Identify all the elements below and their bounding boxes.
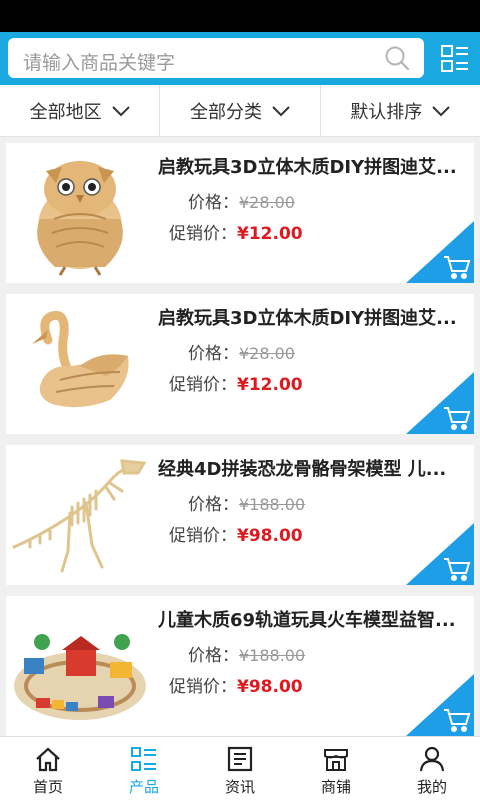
tab-home[interactable]: 首页 (0, 737, 96, 800)
original-price-row: 价格：¥28.00 (188, 188, 295, 213)
product-card[interactable]: 儿童木质69轨道玩具火车模型益智... 价格：¥188.00 促销价：¥98.0… (6, 596, 474, 736)
chevron-down-icon (272, 105, 290, 116)
shop-icon (324, 749, 348, 771)
tab-home-label: 首页 (32, 778, 63, 796)
chevron-down-icon (111, 105, 130, 116)
status-bar (0, 0, 480, 32)
promo-price-row: 促销价：¥12.00 (169, 370, 303, 395)
bottom-tab-bar: 首页 产品 资讯 商铺 我的 (0, 736, 480, 800)
original-price: ¥188.00 (239, 646, 306, 665)
product-image-owl (10, 149, 150, 277)
filter-region-label: 全部地区 (29, 101, 102, 123)
price-label: 价格： (188, 193, 239, 213)
product-title: 启教玩具3D立体木质DIY拼图迪艾... (158, 308, 457, 329)
tab-products-label: 产品 (128, 778, 159, 796)
add-to-cart-button[interactable] (406, 372, 474, 434)
filter-sort-label: 默认排序 (350, 101, 423, 123)
news-icon (227, 746, 253, 772)
promo-price-row: 促销价：¥98.00 (169, 672, 303, 697)
header: 请输入商品关键字 (0, 32, 480, 85)
original-price-row: 价格：¥188.00 (188, 490, 305, 515)
product-card[interactable]: 启教玩具3D立体木质DIY拼图迪艾... 价格：¥28.00 促销价：¥12.0… (6, 294, 474, 434)
add-to-cart-button[interactable] (406, 221, 474, 283)
promo-label: 促销价： (169, 224, 237, 244)
category-menu-icon[interactable] (440, 44, 470, 74)
product-card[interactable]: 经典4D拼装恐龙骨骼骨架模型 儿... 价格：¥188.00 促销价：¥98.0… (6, 445, 474, 585)
search-input[interactable]: 请输入商品关键字 (8, 38, 424, 78)
add-to-cart-button[interactable] (406, 523, 474, 585)
product-card[interactable]: 启教玩具3D立体木质DIY拼图迪艾... 价格：¥28.00 促销价：¥12.0… (6, 143, 474, 283)
product-list-icon (131, 747, 156, 771)
promo-price: ¥98.00 (237, 526, 303, 546)
original-price: ¥28.00 (239, 193, 295, 212)
price-label: 价格： (188, 646, 239, 666)
user-icon (419, 746, 445, 772)
product-image-train-set (10, 602, 150, 730)
search-icon[interactable] (384, 45, 410, 71)
filter-bar: 全部地区 全部分类 默认排序 (0, 85, 480, 137)
tab-shop[interactable]: 商铺 (288, 737, 384, 800)
promo-price: ¥12.00 (237, 224, 303, 244)
promo-label: 促销价： (169, 375, 237, 395)
filter-region[interactable]: 全部地区 (0, 85, 161, 136)
promo-price-row: 促销价：¥12.00 (169, 219, 303, 244)
tab-mine[interactable]: 我的 (384, 737, 480, 800)
product-title: 儿童木质69轨道玩具火车模型益智... (158, 610, 456, 631)
original-price-row: 价格：¥188.00 (188, 641, 305, 666)
price-label: 价格： (188, 495, 239, 515)
tab-products[interactable]: 产品 (96, 737, 192, 800)
promo-price: ¥98.00 (237, 677, 303, 697)
original-price: ¥188.00 (239, 495, 306, 514)
original-price: ¥28.00 (239, 344, 295, 363)
promo-price: ¥12.00 (237, 375, 303, 395)
product-title: 启教玩具3D立体木质DIY拼图迪艾... (158, 157, 457, 178)
home-icon (36, 747, 60, 772)
filter-sort[interactable]: 默认排序 (321, 85, 480, 136)
promo-label: 促销价： (169, 677, 237, 697)
product-image-swan (10, 300, 150, 428)
price-label: 价格： (188, 344, 239, 364)
original-price-row: 价格：¥28.00 (188, 339, 295, 364)
tab-news-label: 资讯 (224, 778, 255, 796)
tab-mine-label: 我的 (416, 778, 447, 796)
product-image-dinosaur (10, 451, 150, 579)
filter-category-label: 全部分类 (189, 101, 262, 123)
chevron-down-icon (432, 105, 451, 116)
product-list: 启教玩具3D立体木质DIY拼图迪艾... 价格：¥28.00 促销价：¥12.0… (0, 143, 480, 747)
filter-category[interactable]: 全部分类 (160, 85, 321, 136)
tab-shop-label: 商铺 (320, 778, 351, 796)
promo-label: 促销价： (169, 526, 237, 546)
tab-news[interactable]: 资讯 (192, 737, 288, 800)
promo-price-row: 促销价：¥98.00 (169, 521, 303, 546)
search-placeholder: 请输入商品关键字 (23, 52, 176, 74)
add-to-cart-button[interactable] (406, 674, 474, 736)
product-title: 经典4D拼装恐龙骨骼骨架模型 儿... (158, 459, 447, 480)
